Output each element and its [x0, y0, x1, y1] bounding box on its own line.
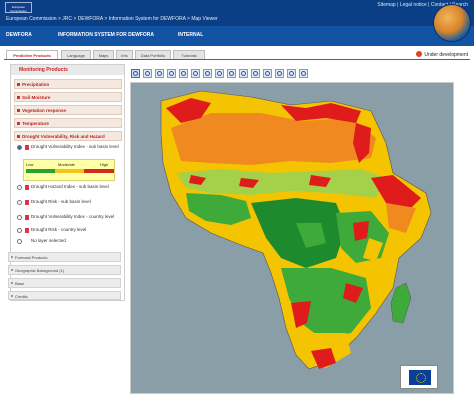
layer-drought-vulnerability-sub-basin[interactable]: Drought Vulnerability Index - sub basin … [17, 144, 121, 158]
legend-box: Low Moderate High [23, 159, 115, 181]
layer-radio[interactable] [17, 239, 22, 244]
layer-label: Drought Hazard Index - sub basin level [31, 184, 109, 189]
layer-drought-risk-country[interactable]: Drought Risk - country level [17, 227, 121, 237]
nav-item-internal[interactable]: INTERNAL [178, 32, 203, 38]
section-geographic-background[interactable]: Geographic Background (1) [8, 265, 121, 275]
zoom-out-icon[interactable] [155, 69, 164, 78]
layer-radio[interactable] [17, 185, 22, 190]
layer-icon [25, 145, 29, 150]
layer-icon [25, 215, 29, 220]
layer-radio[interactable] [17, 145, 22, 150]
dewfora-globe-logo [433, 4, 471, 42]
export-icon[interactable] [287, 69, 296, 78]
sitemap-link[interactable]: Sitemap [377, 2, 395, 8]
layer-icon [25, 200, 29, 205]
nav-item-information-system[interactable]: INFORMATION SYSTEM FOR DEWFORA [58, 32, 154, 38]
breadcrumb: European Commission > JRC > DEWFORA > In… [6, 16, 218, 22]
section-base[interactable]: Base [8, 278, 121, 288]
main-nav: DEWFORA INFORMATION SYSTEM FOR DEWFORA I… [0, 26, 474, 46]
under-development-badge: Under development [416, 51, 468, 58]
legend-low-label: Low [26, 162, 34, 167]
pan-icon[interactable] [131, 69, 140, 78]
eu-logo[interactable]: European Commission [5, 2, 32, 13]
next-extent-icon[interactable] [203, 69, 212, 78]
section-soil-moisture[interactable]: Soil Moisture [14, 92, 122, 102]
africa-map [160, 90, 432, 370]
eu-flag-icon [409, 370, 431, 385]
legend-moderate-label: Moderate [58, 162, 75, 167]
info-icon[interactable] [251, 69, 260, 78]
under-development-label: Under development [424, 52, 468, 58]
layer-icon [25, 228, 29, 233]
panel-header[interactable]: Monitoring Products [11, 65, 124, 75]
identify-icon[interactable] [215, 69, 224, 78]
layer-drought-vulnerability-country[interactable]: Drought Vulnerability Index - country le… [17, 214, 121, 228]
layer-label: Drought Risk - sub basin level [31, 199, 91, 204]
layer-radio[interactable] [17, 228, 22, 233]
measure-icon[interactable] [227, 69, 236, 78]
logo-text: European Commission [10, 5, 27, 13]
layer-label: No layer selected [31, 238, 66, 243]
layer-radio[interactable] [17, 200, 22, 205]
layer-none[interactable]: No layer selected [17, 238, 121, 248]
zoom-in-icon[interactable] [143, 69, 152, 78]
east-red [353, 221, 369, 241]
legend-icon[interactable] [275, 69, 284, 78]
tab-underline [4, 59, 470, 60]
section-temperature[interactable]: Temperature [14, 118, 122, 128]
zoom-extent-icon[interactable] [179, 69, 188, 78]
layer-label: Drought Risk - country level [31, 227, 87, 232]
warning-icon [416, 51, 423, 57]
layer-radio[interactable] [17, 215, 22, 220]
top-banner: European Commission European Commission … [0, 0, 474, 26]
print-icon[interactable] [263, 69, 272, 78]
section-drought-vulnerability[interactable]: Drought Vulnerability, Risk and Hazard [14, 131, 122, 141]
layer-label: Drought Vulnerability Index - sub basin … [31, 144, 119, 149]
legend-color-bar [26, 169, 114, 173]
zoom-box-icon[interactable] [167, 69, 176, 78]
legend-high-label: High [100, 162, 109, 167]
layer-icon [25, 185, 29, 190]
section-precipitation[interactable]: Precipitation [14, 79, 122, 89]
layer-panel: Monitoring Products Precipitation Soil M… [8, 64, 125, 301]
section-credits[interactable]: Credits [8, 291, 121, 300]
map-canvas[interactable] [130, 82, 454, 394]
layer-drought-hazard-sub-basin[interactable]: Drought Hazard Index - sub basin level [17, 184, 121, 198]
section-forecast-products[interactable]: Forecast Products [8, 252, 121, 262]
nav-item-dewfora[interactable]: DEWFORA [6, 32, 32, 38]
layer-label: Drought Vulnerability Index - country le… [31, 214, 115, 219]
previous-extent-icon[interactable] [191, 69, 200, 78]
refresh-icon[interactable] [239, 69, 248, 78]
help-icon[interactable] [299, 69, 308, 78]
legal-notice-link[interactable]: Legal notice [400, 2, 427, 8]
layer-drought-risk-sub-basin[interactable]: Drought Risk - sub basin level [17, 199, 121, 213]
eu-flag-badge [400, 365, 438, 389]
madagascar [390, 282, 412, 324]
section-vegetation-response[interactable]: Vegetation response [14, 105, 122, 115]
